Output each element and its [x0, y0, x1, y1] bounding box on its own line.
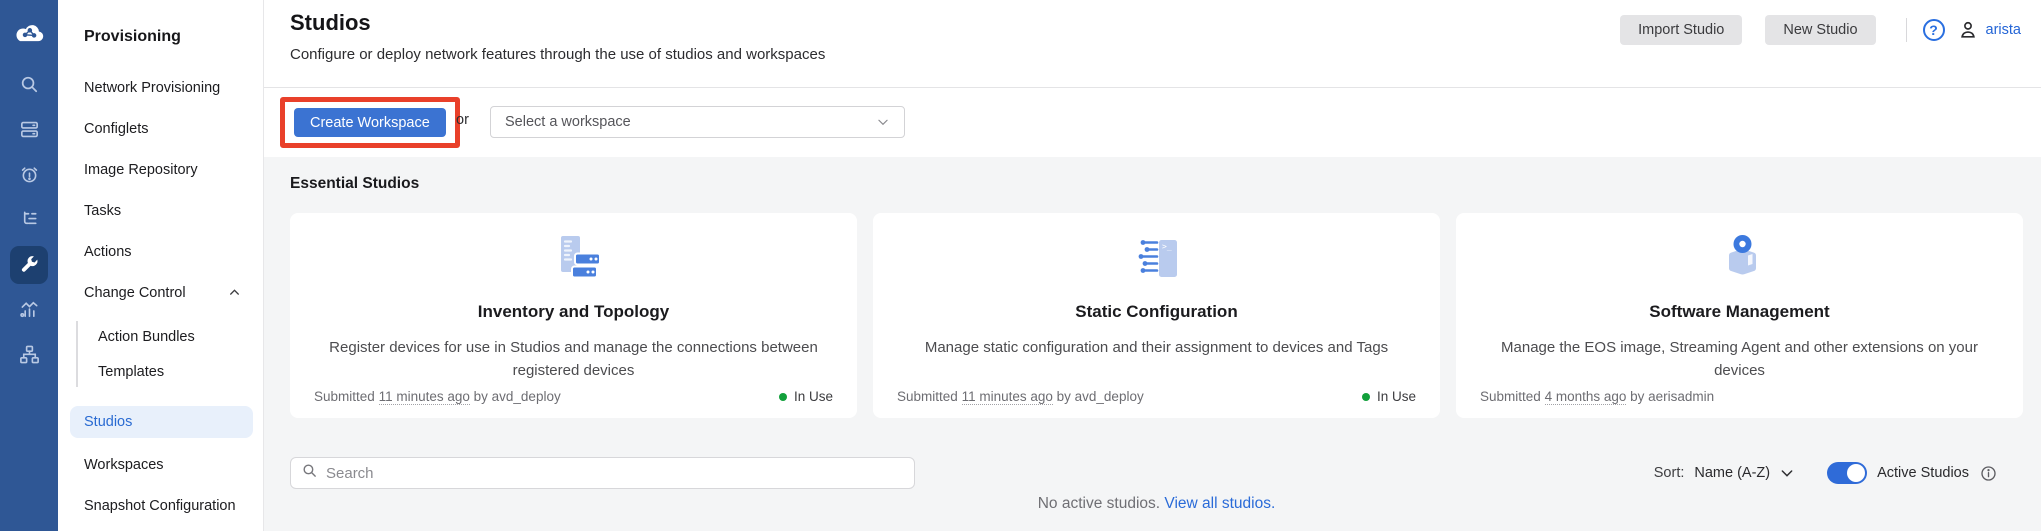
studio-card-footer: Submitted 11 minutes ago by avd_deploy I… — [897, 389, 1416, 404]
tasks-icon[interactable] — [0, 197, 58, 242]
sidebar-item-actions[interactable]: Actions — [58, 231, 263, 272]
sidebar-item-templates[interactable]: Templates — [58, 354, 263, 389]
essential-studios-section: Essential Studios — [264, 157, 2041, 531]
toggle-knob — [1847, 464, 1865, 482]
icon-rail — [0, 0, 58, 531]
header-actions: Import Studio New Studio ? arista — [1620, 15, 2021, 45]
studio-card-footer: Submitted 4 months ago by aerisadmin — [1480, 389, 1999, 404]
page-subtitle: Configure or deploy network features thr… — [290, 46, 825, 63]
studio-card-description: Register devices for use in Studios and … — [314, 337, 833, 382]
create-workspace-button[interactable]: Create Workspace — [294, 108, 446, 137]
chevron-up-icon[interactable] — [228, 286, 241, 299]
in-use-dot-icon — [779, 393, 787, 401]
page-title: Studios — [290, 10, 371, 36]
studio-card-footer: Submitted 11 minutes ago by avd_deploy I… — [314, 389, 833, 404]
info-icon[interactable] — [1979, 464, 1998, 483]
sidebar-item-network-provisioning[interactable]: Network Provisioning — [58, 67, 263, 108]
static-configuration-icon: >_ — [1129, 231, 1185, 292]
active-studios-toggle[interactable] — [1827, 462, 1867, 484]
sort-label: Sort: — [1654, 465, 1685, 481]
sidebar-item-image-repository[interactable]: Image Repository — [58, 149, 263, 190]
studio-card-title: Static Configuration — [1075, 302, 1237, 322]
import-studio-button[interactable]: Import Studio — [1620, 15, 1742, 45]
search-input[interactable] — [326, 465, 904, 482]
new-studio-button[interactable]: New Studio — [1765, 15, 1875, 45]
studio-card-software-management[interactable]: Software Management Manage the EOS image… — [1456, 213, 2023, 418]
header-divider — [1906, 18, 1907, 42]
highlight-annotation-box: Create Workspace — [280, 97, 460, 148]
view-all-studios-link[interactable]: View all studios. — [1164, 495, 1275, 512]
dashboards-icon[interactable] — [0, 287, 58, 332]
cloudvision-logo[interactable] — [12, 0, 46, 62]
sidebar-item-configlets[interactable]: Configlets — [58, 108, 263, 149]
sort-value[interactable]: Name (A-Z) — [1694, 465, 1770, 481]
status-badge: In Use — [1362, 389, 1416, 404]
active-studios-label: Active Studios — [1877, 465, 1969, 481]
in-use-dot-icon — [1362, 393, 1370, 401]
events-icon[interactable] — [0, 152, 58, 197]
studio-card-title: Software Management — [1649, 302, 1829, 322]
sidebar-nav-list: Network Provisioning Configlets Image Re… — [58, 67, 263, 526]
app-root: Provisioning Network Provisioning Config… — [0, 0, 2041, 531]
studio-card-static-configuration[interactable]: >_ Static Configuration Manage static co… — [873, 213, 1440, 418]
submitted-time[interactable]: 11 minutes ago — [379, 389, 470, 405]
submitted-time[interactable]: 4 months ago — [1545, 389, 1627, 405]
sidebar-item-tasks[interactable]: Tasks — [58, 190, 263, 231]
sidebar-heading: Provisioning — [58, 0, 263, 48]
status-badge: In Use — [779, 389, 833, 404]
help-icon[interactable]: ? — [1923, 19, 1945, 41]
svg-text:>_: >_ — [1162, 242, 1172, 251]
studios-toolbar: Sort: Name (A-Z) Active Studios — [264, 457, 2041, 489]
software-management-icon — [1712, 231, 1768, 292]
page-header: Studios Configure or deploy network feat… — [264, 0, 2041, 88]
empty-state: No active studios. View all studios. — [290, 495, 2023, 513]
workspace-select-placeholder: Select a workspace — [505, 114, 631, 130]
search-icon — [301, 462, 318, 484]
sidebar-item-snapshot-configuration[interactable]: Snapshot Configuration — [58, 485, 263, 526]
provisioning-wrench-icon[interactable] — [0, 242, 58, 287]
workspace-bar: Create Workspace or Select a workspace — [264, 88, 2041, 156]
studio-card-title: Inventory and Topology — [478, 302, 669, 322]
sort-filter-cluster: Sort: Name (A-Z) Active Studios — [1654, 457, 1998, 489]
user-icon[interactable] — [1957, 19, 1979, 41]
main-content: Studios Configure or deploy network feat… — [264, 0, 2041, 531]
chevron-down-icon[interactable] — [1779, 465, 1795, 481]
empty-message: No active studios. — [1038, 495, 1160, 512]
studio-cards: Inventory and Topology Register devices … — [290, 213, 2023, 418]
workspace-select[interactable]: Select a workspace — [490, 106, 905, 138]
chevron-down-icon — [876, 115, 890, 129]
studio-card-inventory-topology[interactable]: Inventory and Topology Register devices … — [290, 213, 857, 418]
studio-card-description: Manage static configuration and their as… — [925, 337, 1388, 360]
username-link[interactable]: arista — [1986, 22, 2021, 38]
submitted-time[interactable]: 11 minutes ago — [962, 389, 1053, 405]
inventory-topology-icon — [546, 231, 602, 292]
search-box[interactable] — [290, 457, 915, 489]
topology-icon[interactable] — [0, 332, 58, 377]
sidebar-item-workspaces[interactable]: Workspaces — [58, 444, 263, 485]
sidebar-item-change-control[interactable]: Change Control — [58, 272, 263, 313]
devices-icon[interactable] — [0, 107, 58, 152]
subgroup-guide-line — [76, 321, 78, 387]
sidebar-item-studios[interactable]: Studios — [70, 406, 253, 438]
sidebar-item-action-bundles[interactable]: Action Bundles — [58, 319, 263, 354]
sidebar: Provisioning Network Provisioning Config… — [58, 0, 264, 531]
section-heading: Essential Studios — [290, 175, 419, 193]
search-icon[interactable] — [0, 62, 58, 107]
studio-card-description: Manage the EOS image, Streaming Agent an… — [1480, 337, 1999, 382]
submitted-info: Submitted 4 months ago by aerisadmin — [1480, 389, 1714, 404]
submitted-info: Submitted 11 minutes ago by avd_deploy — [897, 389, 1144, 404]
submitted-info: Submitted 11 minutes ago by avd_deploy — [314, 389, 561, 404]
or-label: or — [456, 112, 469, 128]
